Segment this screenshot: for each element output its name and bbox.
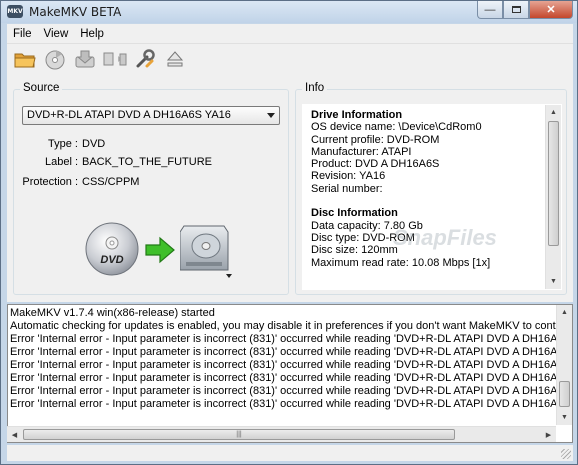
protection-row: Protection : CSS/CPPM bbox=[14, 176, 274, 192]
menu-help[interactable]: Help bbox=[74, 24, 110, 44]
log-line: MakeMKV v1.7.4 win(x86-release) started bbox=[10, 307, 215, 319]
source-group-label: Source bbox=[20, 82, 63, 94]
preferences-wrench-icon bbox=[136, 49, 155, 68]
menu-view[interactable]: View bbox=[38, 24, 75, 44]
log-line: Error 'Internal error - Input parameter … bbox=[10, 346, 556, 358]
info-line: Current profile: DVD-ROM bbox=[311, 133, 440, 146]
log-line: Error 'Internal error - Input parameter … bbox=[10, 372, 556, 384]
info-line: Serial number: bbox=[311, 182, 383, 195]
scroll-down-icon[interactable]: ▼ bbox=[546, 274, 561, 289]
minimize-button[interactable]: — bbox=[477, 1, 503, 19]
info-line bbox=[311, 195, 543, 207]
source-group: Source DVD+R-DL ATAPI DVD A DH16A6S YA16… bbox=[13, 82, 289, 295]
menu-file[interactable]: File bbox=[7, 24, 38, 44]
log-line: Automatic checking for updates is enable… bbox=[10, 320, 556, 332]
chevron-down-icon bbox=[267, 113, 275, 118]
info-section-heading: Drive Information bbox=[311, 109, 403, 121]
close-icon: ✕ bbox=[546, 4, 556, 16]
scroll-right-icon[interactable]: ▶ bbox=[541, 427, 556, 442]
main-panel: Source DVD+R-DL ATAPI DVD A DH16A6S YA16… bbox=[7, 74, 573, 302]
eject-button[interactable] bbox=[163, 47, 187, 71]
make-mkv-button[interactable] bbox=[103, 47, 127, 71]
close-button[interactable]: ✕ bbox=[529, 1, 573, 19]
title-bar[interactable]: MKV MakeMKV BETA — ✕ bbox=[1, 1, 577, 23]
menu-bar: File View Help bbox=[7, 24, 573, 44]
info-line: Product: DVD A DH16A6S bbox=[311, 158, 440, 171]
scroll-left-icon[interactable]: ◀ bbox=[7, 427, 22, 442]
log-scroll-up-icon[interactable]: ▲ bbox=[557, 305, 572, 320]
app-logo-icon: MKV bbox=[7, 5, 23, 18]
open-disc-button[interactable] bbox=[43, 47, 67, 71]
open-disc-icon bbox=[45, 50, 65, 70]
log-horizontal-scrollbar[interactable]: ◀ ||| ▶ bbox=[7, 426, 556, 442]
info-line: Manufacturer: ATAPI bbox=[311, 145, 412, 158]
resize-grip-icon[interactable] bbox=[561, 449, 571, 459]
info-group-label: Info bbox=[302, 82, 328, 94]
log-panel: MakeMKV v1.7.4 win(x86-release) started A… bbox=[7, 304, 573, 443]
info-scroll-thumb[interactable] bbox=[548, 121, 559, 246]
eject-icon bbox=[166, 51, 184, 67]
info-line: Revision: YA16 bbox=[311, 170, 386, 183]
hard-drive-icon bbox=[179, 225, 229, 271]
open-files-button[interactable] bbox=[13, 47, 37, 71]
type-value: DVD bbox=[82, 138, 106, 150]
log-line: Error 'Internal error - Input parameter … bbox=[10, 385, 556, 397]
drive-select[interactable]: DVD+R-DL ATAPI DVD A DH16A6S YA16 bbox=[22, 106, 280, 125]
info-line: Maximum read rate: 10.08 Mbps [1x] bbox=[311, 256, 491, 269]
dropdown-arrow-icon[interactable] bbox=[226, 274, 232, 278]
app-window: MKV MakeMKV BETA — ✕ File View Help Sour… bbox=[0, 0, 578, 465]
toolbar bbox=[7, 44, 573, 74]
drive-select-value: DVD+R-DL ATAPI DVD A DH16A6S YA16 bbox=[27, 109, 231, 121]
info-panel: Drive Information OS device name: \Device… bbox=[302, 104, 562, 290]
maximize-button[interactable] bbox=[503, 1, 529, 19]
log-line: Error 'Internal error - Input parameter … bbox=[10, 359, 556, 371]
window-title: MakeMKV BETA bbox=[29, 5, 122, 19]
info-vertical-scrollbar[interactable]: ▲ ▼ bbox=[545, 105, 561, 289]
watermark: SnapFiles bbox=[393, 225, 497, 250]
scroll-up-icon[interactable]: ▲ bbox=[546, 105, 561, 120]
type-label: Type : bbox=[48, 138, 78, 150]
protection-value: CSS/CPPM bbox=[82, 176, 140, 188]
label-value: BACK_TO_THE_FUTURE bbox=[82, 156, 212, 168]
log-line: Error 'Internal error - Input parameter … bbox=[10, 398, 556, 410]
status-bar bbox=[7, 445, 573, 461]
label-row: Label : BACK_TO_THE_FUTURE bbox=[14, 156, 274, 172]
output-drive-button[interactable] bbox=[179, 218, 232, 280]
log-scroll-thumb[interactable] bbox=[559, 381, 570, 407]
window-controls: — ✕ bbox=[477, 1, 573, 19]
log-lines: MakeMKV v1.7.4 win(x86-release) started A… bbox=[10, 307, 556, 411]
log-hscroll-thumb[interactable]: ||| bbox=[23, 429, 455, 440]
backup-button[interactable] bbox=[73, 47, 97, 71]
type-row: Type : DVD bbox=[14, 138, 274, 154]
log-scroll-down-icon[interactable]: ▼ bbox=[557, 410, 572, 425]
info-line: OS device name: \Device\CdRom0 bbox=[311, 121, 482, 134]
preferences-button[interactable] bbox=[133, 47, 157, 71]
maximize-icon bbox=[511, 6, 521, 13]
right-arrow-icon bbox=[144, 236, 176, 264]
label-label: Label : bbox=[44, 156, 78, 168]
protection-label: Protection : bbox=[22, 176, 78, 188]
info-group: Info Drive Information OS device name: \D… bbox=[295, 82, 567, 295]
open-files-icon bbox=[14, 53, 36, 68]
log-vertical-scrollbar[interactable]: ▲ ▼ bbox=[556, 305, 572, 425]
make-mkv-icon bbox=[103, 52, 127, 66]
backup-icon bbox=[75, 50, 95, 68]
dvd-disc-icon: DVD bbox=[84, 221, 140, 277]
minimize-icon: — bbox=[484, 3, 496, 16]
info-section-heading: Disc Information bbox=[311, 207, 398, 220]
dvd-disc-text: DVD bbox=[100, 254, 124, 266]
log-line: Error 'Internal error - Input parameter … bbox=[10, 333, 556, 345]
